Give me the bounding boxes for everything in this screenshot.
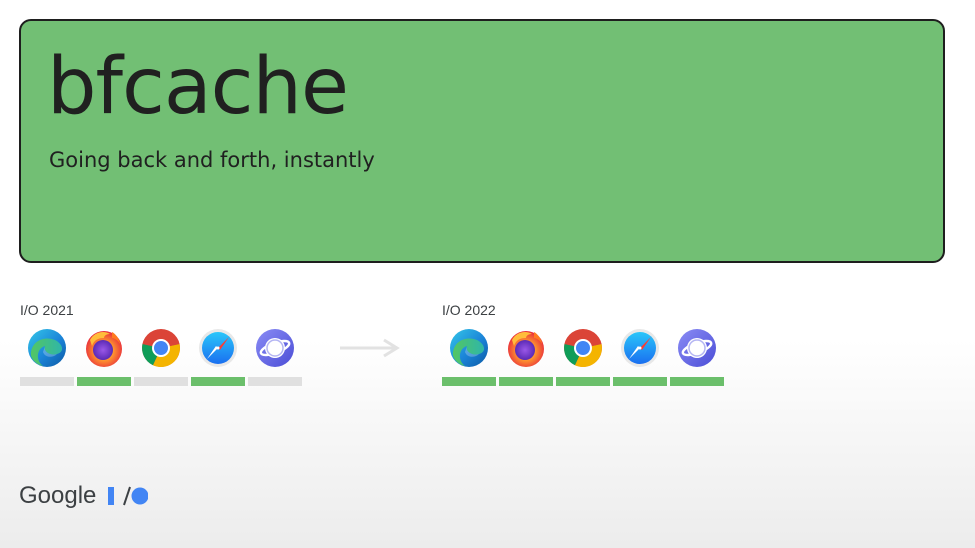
edge-icon [447, 326, 491, 370]
firefox-icon [504, 326, 548, 370]
browser-edge [440, 326, 497, 386]
title-card: bfcache Going back and forth, instantly [19, 19, 945, 263]
safari-icon [196, 326, 240, 370]
browser-chrome [132, 326, 189, 386]
browser-edge [18, 326, 75, 386]
browser-safari [189, 326, 246, 386]
after-browser-row [440, 326, 725, 386]
browser-chrome [554, 326, 611, 386]
browser-safari [611, 326, 668, 386]
io-logo [108, 486, 149, 506]
arrow-right-icon [340, 338, 400, 358]
support-bar-supported [441, 377, 496, 386]
browser-firefox [497, 326, 554, 386]
browser-firefox [75, 326, 132, 386]
chrome-icon [561, 326, 605, 370]
samsung-internet-icon [253, 326, 297, 370]
google-logo: Google [19, 482, 97, 509]
slide-subtitle: Going back and forth, instantly [49, 148, 375, 172]
support-bar-unsupported [133, 377, 188, 386]
footer: Google [19, 482, 149, 510]
support-bar-unsupported [19, 377, 74, 386]
after-label: I/O 2022 [442, 302, 496, 318]
browser-samsung-internet [668, 326, 725, 386]
before-label: I/O 2021 [20, 302, 74, 318]
support-bar-supported [190, 377, 245, 386]
firefox-icon [82, 326, 126, 370]
before-browser-row [18, 326, 303, 386]
safari-icon [618, 326, 662, 370]
support-bar-supported [76, 377, 131, 386]
support-bar-unsupported [247, 377, 302, 386]
slide-title: bfcache [47, 42, 349, 132]
support-bar-supported [612, 377, 667, 386]
samsung-internet-icon [675, 326, 719, 370]
chrome-icon [139, 326, 183, 370]
support-bar-supported [555, 377, 610, 386]
support-bar-supported [669, 377, 724, 386]
support-bar-supported [498, 377, 553, 386]
browser-samsung-internet [246, 326, 303, 386]
edge-icon [25, 326, 69, 370]
